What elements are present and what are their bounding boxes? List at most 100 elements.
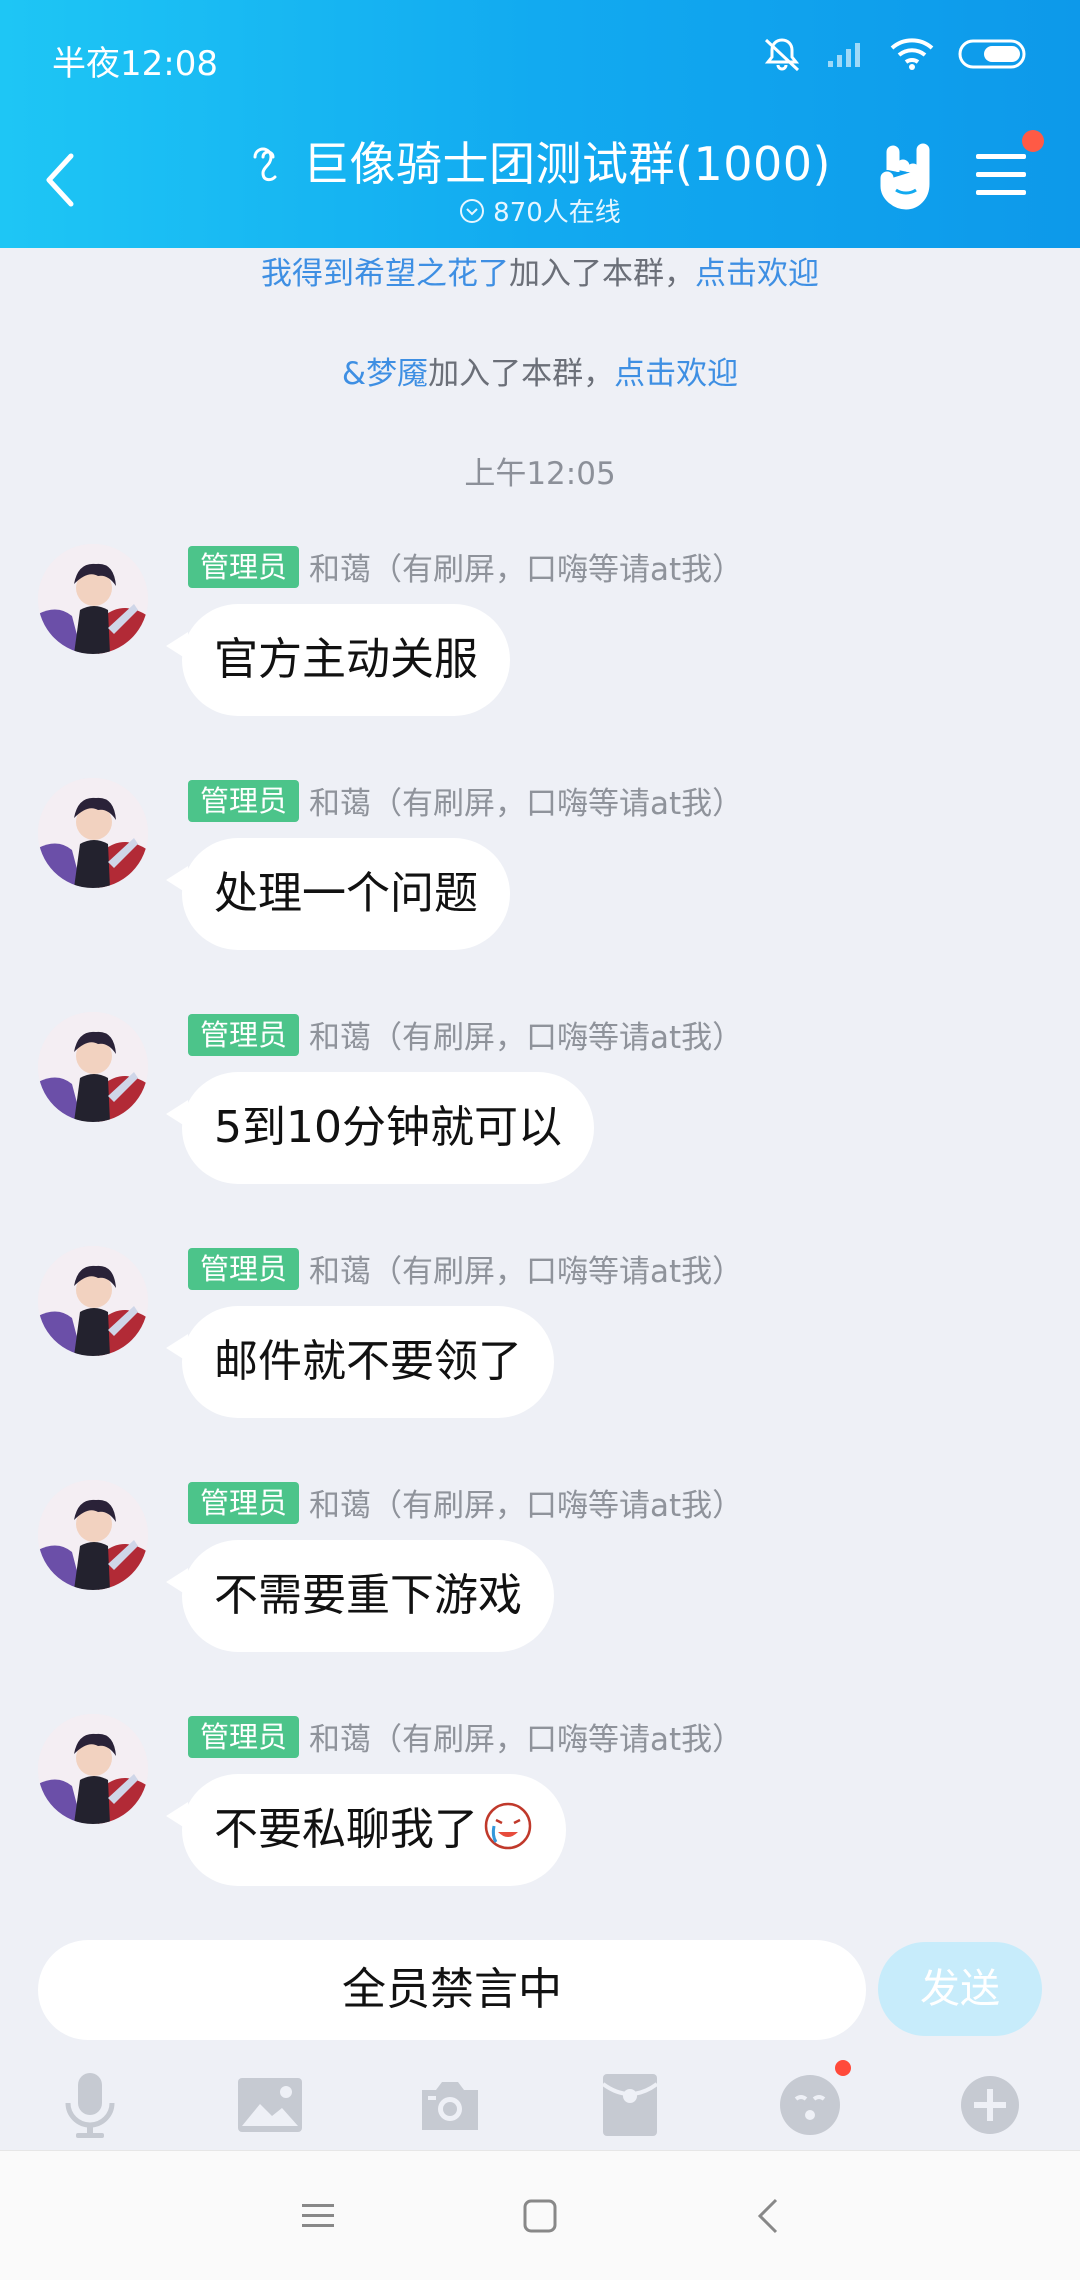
message-item: 管理员 和蔼（有刷屏，口嗨等请at我） 邮件就不要领了: [0, 1246, 1080, 1446]
welcome-link[interactable]: 点击欢迎: [614, 356, 738, 392]
avatar-image: [38, 544, 148, 654]
chat-area[interactable]: 我得到希望之花了加入了本群，点击欢迎 &梦魇加入了本群，点击欢迎 上午12:05: [0, 248, 1080, 1928]
home-icon: [523, 2199, 557, 2233]
send-button[interactable]: 发送: [878, 1942, 1042, 2036]
notification-dot: [1022, 130, 1044, 152]
sender-line: 管理员 和蔼（有刷屏，口嗨等请at我）: [188, 1246, 743, 1291]
mute-bell-icon: [764, 38, 800, 72]
sender-name[interactable]: 和蔼（有刷屏，口嗨等请at我）: [309, 1012, 743, 1057]
group-menu-button[interactable]: [972, 130, 1044, 206]
emoji-button[interactable]: [765, 2060, 855, 2150]
camera-button[interactable]: [405, 2060, 495, 2150]
ear-icon: [253, 147, 277, 182]
message-bubble[interactable]: 不需要重下游戏: [166, 1540, 554, 1652]
message-bubble[interactable]: 邮件就不要领了: [166, 1306, 554, 1418]
message-text: 不需要重下游戏: [214, 1570, 522, 1621]
sender-line: 管理员 和蔼（有刷屏，口嗨等请at我）: [188, 1012, 743, 1057]
sender-line: 管理员 和蔼（有刷屏，口嗨等请at我）: [188, 1714, 743, 1759]
sender-name[interactable]: 和蔼（有刷屏，口嗨等请at我）: [309, 1480, 743, 1525]
sender-line: 管理员 和蔼（有刷屏，口嗨等请at我）: [188, 778, 743, 823]
group-title: 巨像骑士团测试群(1000): [303, 137, 831, 191]
red-packet-button[interactable]: [585, 2060, 675, 2150]
camera-icon: [422, 2082, 478, 2130]
message-item: 管理员 和蔼（有刷屏，口嗨等请at我） 不要私聊我了: [0, 1714, 1080, 1914]
admin-badge: 管理员: [188, 1013, 300, 1056]
join-notice: 我得到希望之花了加入了本群，点击欢迎: [0, 248, 1080, 293]
back-icon: [757, 2198, 778, 2234]
sender-name[interactable]: 和蔼（有刷屏，口嗨等请at我）: [309, 778, 743, 823]
avatar[interactable]: [38, 778, 148, 888]
avatar-image: [38, 1480, 148, 1590]
image-icon: [238, 2078, 302, 2132]
status-time: 半夜12:08: [52, 44, 218, 84]
plus-icon: [961, 2076, 1019, 2134]
admin-badge: 管理员: [188, 545, 300, 588]
muted-input-field[interactable]: 全员禁言中: [38, 1940, 866, 2040]
message-bubble[interactable]: 5到10分钟就可以: [166, 1072, 594, 1184]
message-bubble[interactable]: 官方主动关服: [166, 604, 510, 716]
sender-name[interactable]: 和蔼（有刷屏，口嗨等请at我）: [309, 1714, 743, 1759]
message-item: 管理员 和蔼（有刷屏，口嗨等请at我） 官方主动关服: [0, 544, 1080, 744]
avatar[interactable]: [38, 1246, 148, 1356]
avatar[interactable]: [38, 1012, 148, 1122]
microphone-icon: [65, 2073, 115, 2138]
app-root: 半夜12:08 巨像骑士团测试群(1000) 870人在线 我得到希望之花了加入…: [0, 0, 1080, 2280]
avatar-image: [38, 1714, 148, 1824]
online-text: 870人在线: [493, 198, 621, 228]
system-navbar: [0, 2150, 1080, 2280]
recent-apps-button[interactable]: [278, 2181, 358, 2251]
home-button[interactable]: [500, 2181, 580, 2251]
sender-name[interactable]: 和蔼（有刷屏，口嗨等请at我）: [309, 1246, 743, 1291]
admin-badge: 管理员: [188, 1715, 300, 1758]
sender-name[interactable]: 和蔼（有刷屏，口嗨等请at我）: [309, 544, 743, 589]
admin-badge: 管理员: [188, 1481, 300, 1524]
message-item: 管理员 和蔼（有刷屏，口嗨等请at我） 5到10分钟就可以: [0, 1012, 1080, 1212]
system-back-button[interactable]: [728, 2181, 808, 2251]
title-line[interactable]: 巨像骑士团测试群(1000): [249, 128, 831, 194]
message-text: 处理一个问题: [214, 868, 478, 919]
avatar-image: [38, 1246, 148, 1356]
emoji-icon: [780, 2075, 840, 2135]
notification-dot: [835, 2060, 851, 2076]
red-packet-icon: [603, 2074, 657, 2136]
sender-line: 管理员 和蔼（有刷屏，口嗨等请at我）: [188, 544, 743, 589]
join-notice: &梦魇加入了本群，点击欢迎: [0, 348, 1080, 393]
notice-text: 加入了本群，: [428, 356, 615, 392]
image-button[interactable]: [225, 2060, 315, 2150]
admin-badge: 管理员: [188, 779, 300, 822]
avatar-image: [38, 1012, 148, 1122]
rock-hand-icon: [880, 143, 930, 210]
signal-icon: [828, 43, 860, 67]
message-text: 官方主动关服: [214, 634, 478, 685]
message-text: 5到10分钟就可以: [214, 1102, 562, 1153]
chevron-down-circle-icon: [460, 198, 485, 223]
avatar[interactable]: [38, 544, 148, 654]
hamburger-icon: [976, 154, 1026, 195]
time-divider: 上午12:05: [464, 456, 616, 492]
message-item: 管理员 和蔼（有刷屏，口嗨等请at我） 处理一个问题: [0, 778, 1080, 978]
member-name-link[interactable]: &梦魇: [342, 356, 428, 392]
avatar-image: [38, 778, 148, 888]
message-bubble[interactable]: 处理一个问题: [166, 838, 510, 950]
gesture-button[interactable]: [874, 140, 940, 216]
message-bubble[interactable]: 不要私聊我了: [166, 1774, 566, 1886]
message-text: 邮件就不要领了: [214, 1336, 522, 1387]
crying-emoji-icon: [484, 1802, 532, 1850]
voice-button[interactable]: [45, 2060, 135, 2150]
admin-badge: 管理员: [188, 1247, 300, 1290]
header: 半夜12:08 巨像骑士团测试群(1000) 870人在线: [0, 0, 1080, 248]
input-row: 全员禁言中 发送: [0, 1936, 1080, 2046]
status-icons: [762, 36, 1028, 72]
menu-icon: [302, 2204, 334, 2227]
avatar[interactable]: [38, 1714, 148, 1824]
battery-icon: [958, 39, 1026, 69]
wifi-icon: [890, 38, 934, 70]
more-button[interactable]: [945, 2060, 1035, 2150]
message-item: 管理员 和蔼（有刷屏，口嗨等请at我） 不需要重下游戏: [0, 1480, 1080, 1680]
member-name-link[interactable]: 我得到希望之花了: [261, 256, 509, 292]
avatar[interactable]: [38, 1480, 148, 1590]
welcome-link[interactable]: 点击欢迎: [695, 256, 819, 292]
message-text: 不要私聊我了: [214, 1804, 478, 1855]
notice-text: 加入了本群，: [509, 256, 695, 292]
sender-line: 管理员 和蔼（有刷屏，口嗨等请at我）: [188, 1480, 743, 1525]
